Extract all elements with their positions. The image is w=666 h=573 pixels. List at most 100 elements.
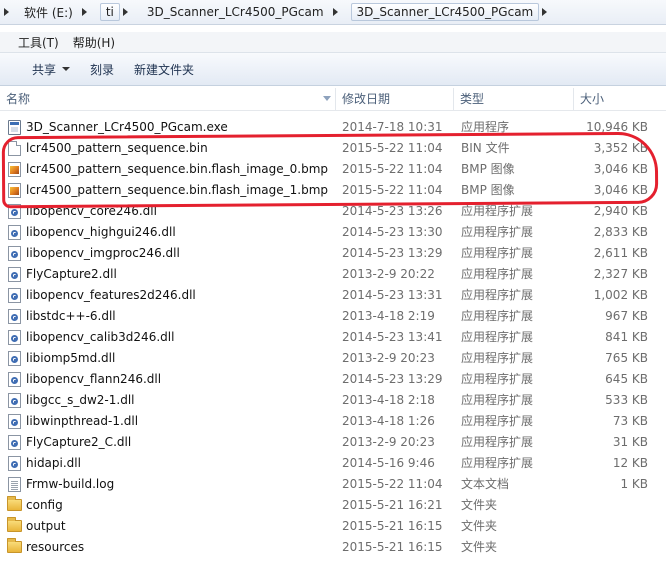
breadcrumb-label: 3D_Scanner_LCr4500_PGcam [350, 3, 540, 21]
file-size: 31 KB [612, 435, 648, 449]
file-type: 应用程序扩展 [461, 204, 534, 218]
file-date: 2015-5-22 11:04 [342, 162, 443, 176]
file-type: 文件夹 [461, 540, 498, 554]
file-name: lcr4500_pattern_sequence.bin.flash_image… [26, 183, 329, 197]
file-date: 2015-5-22 11:04 [342, 141, 443, 155]
file-row[interactable]: libopencv_calib3d246.dll 2014-5-23 13:41 应… [0, 327, 666, 348]
dll-file-icon [8, 267, 21, 282]
file-type: BIN 文件 [461, 141, 510, 155]
menu-tools[interactable]: 工具(T) [0, 34, 65, 51]
dll-file-icon [8, 309, 21, 324]
file-type: 应用程序扩展 [461, 225, 534, 239]
folder-icon [7, 538, 22, 553]
chevron-right-icon[interactable] [4, 8, 9, 16]
file-name: FlyCapture2_C.dll [26, 435, 132, 449]
file-row[interactable]: libopencv_flann246.dll 2014-5-23 13:29 应用程… [0, 369, 666, 390]
file-type: 文本文档 [461, 477, 510, 491]
file-name: libstdc++-6.dll [26, 309, 116, 323]
file-size [574, 495, 648, 516]
file-size: 645 KB [605, 372, 648, 386]
file-date: 2014-5-23 13:29 [342, 246, 443, 260]
file-row[interactable]: libopencv_core246.dll 2014-5-23 13:26 应用程序… [0, 201, 666, 222]
file-row[interactable]: 3D_Scanner_LCr4500_PGcam.exe 2014-7-18 10… [0, 117, 666, 138]
column-header-type[interactable]: 类型 [454, 88, 574, 110]
file-type: 应用程序扩展 [461, 267, 534, 281]
command-bar: 共享 刻录 新建文件夹 [0, 53, 666, 86]
file-name: resources [26, 540, 85, 554]
breadcrumb-project[interactable]: 3D_Scanner_LCr4500_PGcam [137, 2, 347, 22]
file-type: 应用程序扩展 [461, 309, 534, 323]
file-type: 应用程序扩展 [461, 372, 534, 386]
chevron-right-icon[interactable] [542, 8, 548, 16]
file-date: 2014-5-23 13:26 [342, 204, 443, 218]
file-date: 2015-5-22 11:04 [342, 183, 443, 197]
breadcrumb-current[interactable]: 3D_Scanner_LCr4500_PGcam [347, 2, 557, 22]
share-label: 共享 [32, 62, 57, 77]
file-row[interactable]: FlyCapture2.dll 2013-2-9 20:22 应用程序扩展 2,327… [0, 264, 666, 285]
file-date: 2013-2-9 20:23 [342, 351, 435, 365]
dll-file-icon [8, 204, 21, 219]
dll-file-icon [8, 246, 21, 261]
file-row[interactable]: libopencv_features2d246.dll 2014-5-23 13:… [0, 285, 666, 306]
file-name: 3D_Scanner_LCr4500_PGcam.exe [26, 120, 228, 134]
file-name: libopencv_core246.dll [26, 204, 157, 218]
breadcrumb-drive[interactable]: 软件 (E:) [14, 2, 96, 22]
folder-row[interactable]: output 2015-5-21 16:15 文件夹 [0, 516, 666, 537]
file-row[interactable]: libopencv_highgui246.dll 2014-5-23 13:30 应… [0, 222, 666, 243]
file-row[interactable]: libopencv_imgproc246.dll 2014-5-23 13:29 应… [0, 243, 666, 264]
file-type: 应用程序 [461, 120, 510, 134]
file-date: 2013-2-9 20:22 [342, 267, 435, 281]
file-name: FlyCapture2.dll [26, 267, 117, 281]
menu-help[interactable]: 帮助(H) [65, 34, 121, 51]
chevron-right-icon[interactable] [122, 8, 128, 16]
file-icon [8, 141, 21, 156]
file-row[interactable]: Frmw-build.log 2015-5-22 11:04 文本文档 1 KB [0, 474, 666, 495]
file-size: 12 KB [612, 456, 648, 470]
folder-row[interactable]: config 2015-5-21 16:21 文件夹 [0, 495, 666, 516]
file-type: 应用程序扩展 [461, 246, 534, 260]
column-header-name[interactable]: 名称 [0, 88, 336, 110]
file-type: 应用程序扩展 [461, 330, 534, 344]
column-header-size[interactable]: 大小 [574, 88, 666, 110]
file-row[interactable]: libstdc++-6.dll 2013-4-18 2:19 应用程序扩展 967 K… [0, 306, 666, 327]
file-name: libwinpthread-1.dll [26, 414, 139, 428]
file-name: lcr4500_pattern_sequence.bin [26, 141, 208, 155]
folder-row[interactable]: resources 2015-5-21 16:15 文件夹 [0, 537, 666, 558]
file-size [574, 516, 648, 537]
file-date: 2014-5-23 13:41 [342, 330, 443, 344]
file-row[interactable]: hidapi.dll 2014-5-16 9:46 应用程序扩展 12 KB [0, 453, 666, 474]
application-icon [8, 120, 21, 135]
file-type: 文件夹 [461, 498, 498, 512]
file-type: BMP 图像 [461, 162, 515, 176]
address-bar[interactable]: 软件 (E:) ti 3D_Scanner_LCr4500_PGcam 3D_S… [0, 0, 666, 25]
column-header-date[interactable]: 修改日期 [336, 88, 454, 110]
file-name: libopencv_features2d246.dll [26, 288, 196, 302]
file-row[interactable]: FlyCapture2_C.dll 2013-2-9 20:23 应用程序扩展 31 … [0, 432, 666, 453]
explorer-window: 软件 (E:) ti 3D_Scanner_LCr4500_PGcam 3D_S… [0, 0, 666, 573]
share-button[interactable]: 共享 [22, 57, 80, 81]
file-row[interactable]: lcr4500_pattern_sequence.bin.flash_image… [0, 159, 666, 180]
dll-file-icon [8, 288, 21, 303]
file-row[interactable]: libwinpthread-1.dll 2013-4-18 1:26 应用程序扩展 7… [0, 411, 666, 432]
column-header-label: 名称 [6, 92, 31, 106]
breadcrumb-ti[interactable]: ti [96, 2, 137, 22]
burn-button[interactable]: 刻录 [80, 57, 124, 81]
file-date: 2014-7-18 10:31 [342, 120, 443, 134]
file-size: 1 KB [620, 477, 648, 491]
file-type: 应用程序扩展 [461, 456, 534, 470]
file-date: 2015-5-22 11:04 [342, 477, 443, 491]
file-size [574, 537, 648, 558]
file-size: 2,833 KB [593, 225, 648, 239]
file-size: 533 KB [605, 393, 648, 407]
new-folder-button[interactable]: 新建文件夹 [124, 57, 204, 81]
file-row[interactable]: lcr4500_pattern_sequence.bin.flash_image… [0, 180, 666, 201]
file-row[interactable]: libiomp5md.dll 2013-2-9 20:23 应用程序扩展 765 KB [0, 348, 666, 369]
file-date: 2014-5-23 13:29 [342, 372, 443, 386]
sort-arrow-icon [323, 96, 331, 101]
file-row[interactable]: lcr4500_pattern_sequence.bin 2015-5-22 11… [0, 138, 666, 159]
chevron-right-icon[interactable] [332, 8, 338, 16]
chevron-right-icon[interactable] [81, 8, 87, 16]
file-date: 2013-2-9 20:23 [342, 435, 435, 449]
file-row[interactable]: libgcc_s_dw2-1.dll 2013-4-18 2:18 应用程序扩展 53… [0, 390, 666, 411]
file-date: 2015-5-21 16:15 [342, 540, 443, 554]
